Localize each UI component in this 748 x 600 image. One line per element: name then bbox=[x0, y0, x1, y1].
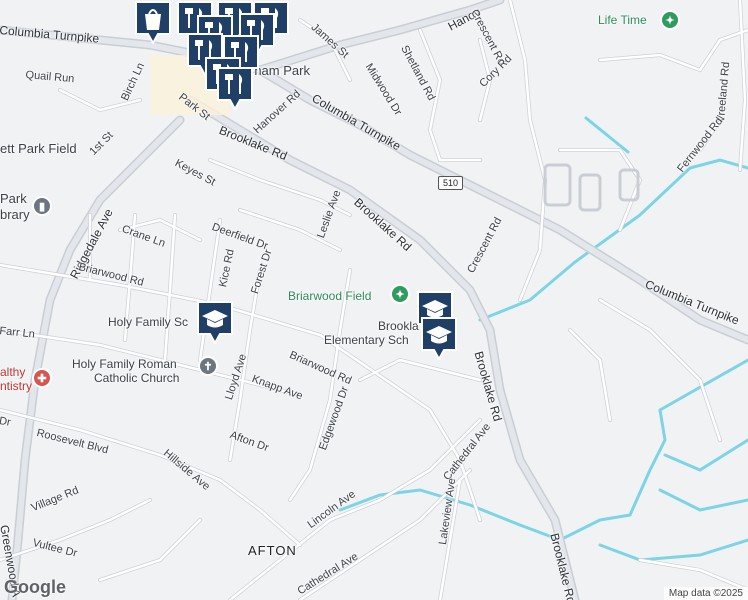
poi-label-life-time[interactable]: Life Time bbox=[598, 14, 647, 26]
road-label-dr-partial: Dr bbox=[0, 415, 12, 429]
poi-label-healthy-dentistry-1[interactable]: althy bbox=[0, 366, 25, 378]
poi-label-holy-family-church-2[interactable]: Catholic Church bbox=[94, 372, 179, 384]
poi-label-holy-family-school[interactable]: Holy Family Sc bbox=[108, 316, 188, 328]
dentist-icon[interactable]: ✚ bbox=[34, 370, 50, 386]
school-pin[interactable] bbox=[196, 300, 234, 344]
park-icon[interactable]: ✦ bbox=[392, 286, 408, 302]
poi-label-holy-family-church-1[interactable]: Holy Family Roman bbox=[72, 358, 177, 370]
park-icon[interactable]: ✦ bbox=[662, 12, 678, 28]
place-label-park: Park bbox=[0, 191, 27, 206]
school-pin[interactable] bbox=[420, 316, 458, 360]
map-attribution[interactable]: Map data ©2025 bbox=[663, 587, 748, 600]
library-icon[interactable]: ▮ bbox=[34, 198, 50, 214]
place-label-library: brary bbox=[0, 207, 30, 222]
poi-label-brooklake-elementary-1[interactable]: Brookla bbox=[378, 320, 419, 332]
place-label-park-field: ett Park Field bbox=[0, 141, 77, 156]
google-logo[interactable]: Google bbox=[4, 577, 66, 598]
restaurant-pin[interactable] bbox=[216, 66, 254, 110]
place-label-afton: AFTON bbox=[248, 543, 297, 558]
poi-label-healthy-dentistry-2[interactable]: ntistry bbox=[0, 380, 32, 392]
shopping-pin[interactable] bbox=[134, 0, 172, 44]
church-icon[interactable]: ✝ bbox=[200, 358, 216, 374]
route-shield-510: 510 bbox=[438, 176, 464, 190]
map-base-layer bbox=[0, 0, 748, 600]
poi-label-briarwood-field[interactable]: Briarwood Field bbox=[288, 290, 371, 302]
poi-label-brooklake-elementary-2[interactable]: Elementary Sch bbox=[324, 334, 409, 346]
minor-roads bbox=[0, 0, 748, 600]
map-canvas[interactable]: Life Time ✦ Hanov Crescent Rd James St S… bbox=[0, 0, 748, 600]
building-outlines bbox=[543, 163, 640, 212]
major-roads bbox=[0, 0, 748, 600]
